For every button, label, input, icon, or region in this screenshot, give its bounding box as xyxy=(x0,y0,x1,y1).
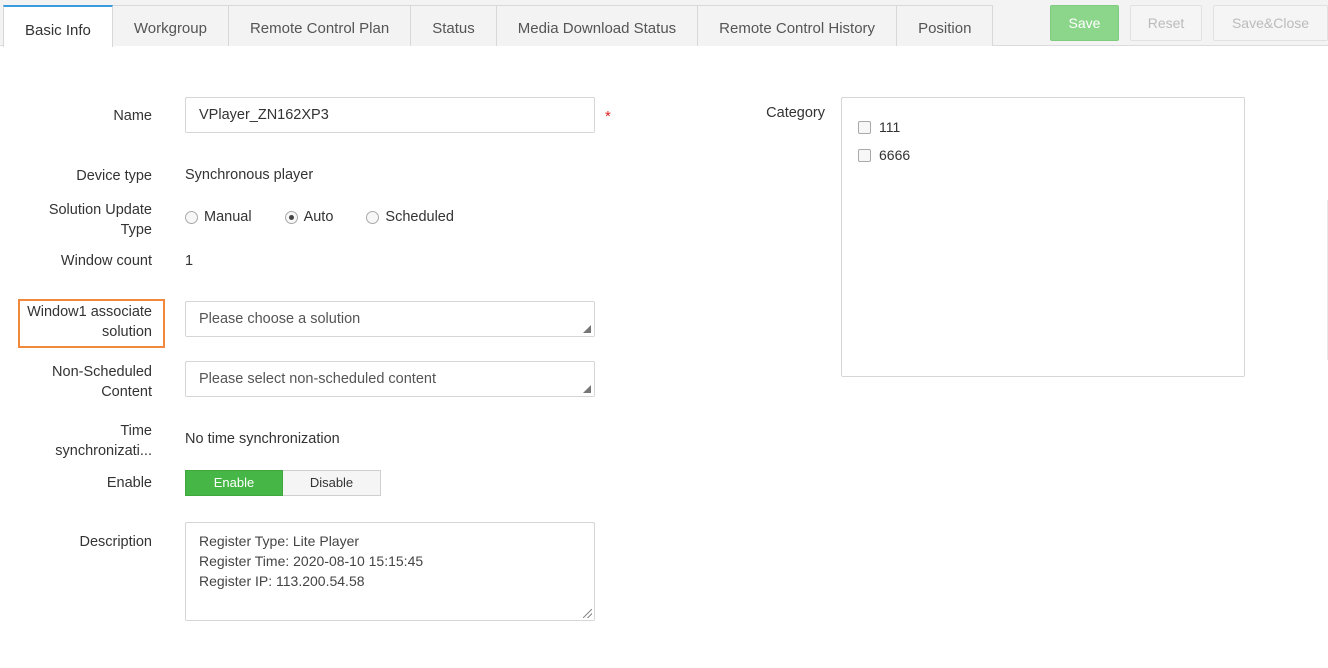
category-item[interactable]: 111 xyxy=(858,113,1228,141)
device-type-label: Device type xyxy=(76,168,152,184)
time-sync-value: No time synchronization xyxy=(185,431,340,447)
tab-bar: Basic Info Workgroup Remote Control Plan… xyxy=(0,0,1328,47)
radio-scheduled-label: Scheduled xyxy=(385,209,454,225)
tab-basic-info[interactable]: Basic Info xyxy=(3,5,113,47)
tab-workgroup[interactable]: Workgroup xyxy=(112,5,229,46)
solution-update-type-label-line1: Solution Update xyxy=(48,202,152,218)
name-input[interactable]: VPlayer_ZN162XP3 xyxy=(185,97,595,133)
category-checkbox[interactable] xyxy=(858,148,871,162)
name-label: Name xyxy=(113,108,152,124)
tab-remote-control-plan[interactable]: Remote Control Plan xyxy=(228,5,412,46)
description-line: Register IP: 113.200.54.58 xyxy=(199,573,365,589)
dropdown-arrow-icon xyxy=(583,325,591,333)
non-scheduled-placeholder: Please select non-scheduled content xyxy=(199,371,436,387)
solution-update-type-label-line2: Type xyxy=(120,222,152,238)
tab-list: Basic Info Workgroup Remote Control Plan… xyxy=(3,5,994,47)
non-scheduled-select[interactable]: Please select non-scheduled content xyxy=(185,361,595,397)
window-count-label: Window count xyxy=(60,253,152,269)
solution-update-type-label: Solution Update Type xyxy=(49,200,152,240)
radio-manual[interactable]: Manual xyxy=(185,207,252,227)
description-textarea[interactable]: Register Type: Lite Player Register Time… xyxy=(185,522,595,621)
enable-label: Enable xyxy=(106,475,152,491)
category-item[interactable]: 6666 xyxy=(858,141,1228,169)
non-scheduled-label-line1: Non-Scheduled xyxy=(52,364,152,380)
radio-auto-label: Auto xyxy=(303,209,334,225)
window-count-value: 1 xyxy=(185,253,194,269)
time-sync-label-line1: Time xyxy=(120,423,152,439)
tab-position[interactable]: Position xyxy=(897,5,994,46)
non-scheduled-label: Non-Scheduled Content xyxy=(52,362,152,402)
window1-solution-placeholder: Please choose a solution xyxy=(199,311,361,327)
tab-status[interactable]: Status xyxy=(411,5,497,46)
description-line: Register Time: 2020-08-10 15:15:45 xyxy=(199,553,424,569)
description-label: Description xyxy=(79,534,152,550)
time-sync-label-line2: synchronizati... xyxy=(55,443,152,459)
window1-solution-label: Window1 associate solution xyxy=(27,302,152,342)
disable-button[interactable]: Disable xyxy=(283,470,381,496)
category-checkbox[interactable] xyxy=(858,120,871,134)
category-label: Category xyxy=(766,105,825,121)
radio-scheduled[interactable]: Scheduled xyxy=(366,207,454,227)
category-item-label: 111 xyxy=(879,119,901,135)
non-scheduled-label-line2: Content xyxy=(101,384,152,400)
dropdown-arrow-icon xyxy=(583,385,591,393)
save-close-button[interactable]: Save&Close xyxy=(1213,5,1328,41)
resize-handle-icon[interactable] xyxy=(583,609,592,618)
required-mark: * xyxy=(605,108,611,125)
save-button[interactable]: Save xyxy=(1050,5,1119,41)
time-sync-label: Time synchronizati... xyxy=(55,421,152,461)
radio-manual-label: Manual xyxy=(204,209,252,225)
window1-solution-label-line1: Window1 associate xyxy=(27,304,152,320)
enable-button[interactable]: Enable xyxy=(185,470,283,496)
device-type-value: Synchronous player xyxy=(185,167,314,183)
radio-auto[interactable]: Auto xyxy=(284,207,334,227)
tab-remote-control-history[interactable]: Remote Control History xyxy=(698,5,898,46)
tab-media-download-status[interactable]: Media Download Status xyxy=(496,5,699,46)
radio-auto-circle[interactable] xyxy=(284,210,298,224)
window1-solution-select[interactable]: Please choose a solution xyxy=(185,301,595,337)
radio-manual-circle[interactable] xyxy=(185,210,198,224)
description-line: Register Type: Lite Player xyxy=(199,533,360,549)
category-item-label: 6666 xyxy=(879,147,911,163)
reset-button[interactable]: Reset xyxy=(1130,5,1202,41)
radio-scheduled-circle[interactable] xyxy=(366,210,380,224)
enable-toggle: Enable Disable xyxy=(185,470,381,496)
window1-solution-label-line2: solution xyxy=(102,324,152,340)
category-list: 111 6666 xyxy=(841,97,1245,377)
solution-update-type-radios: Manual Auto Scheduled xyxy=(185,207,487,227)
